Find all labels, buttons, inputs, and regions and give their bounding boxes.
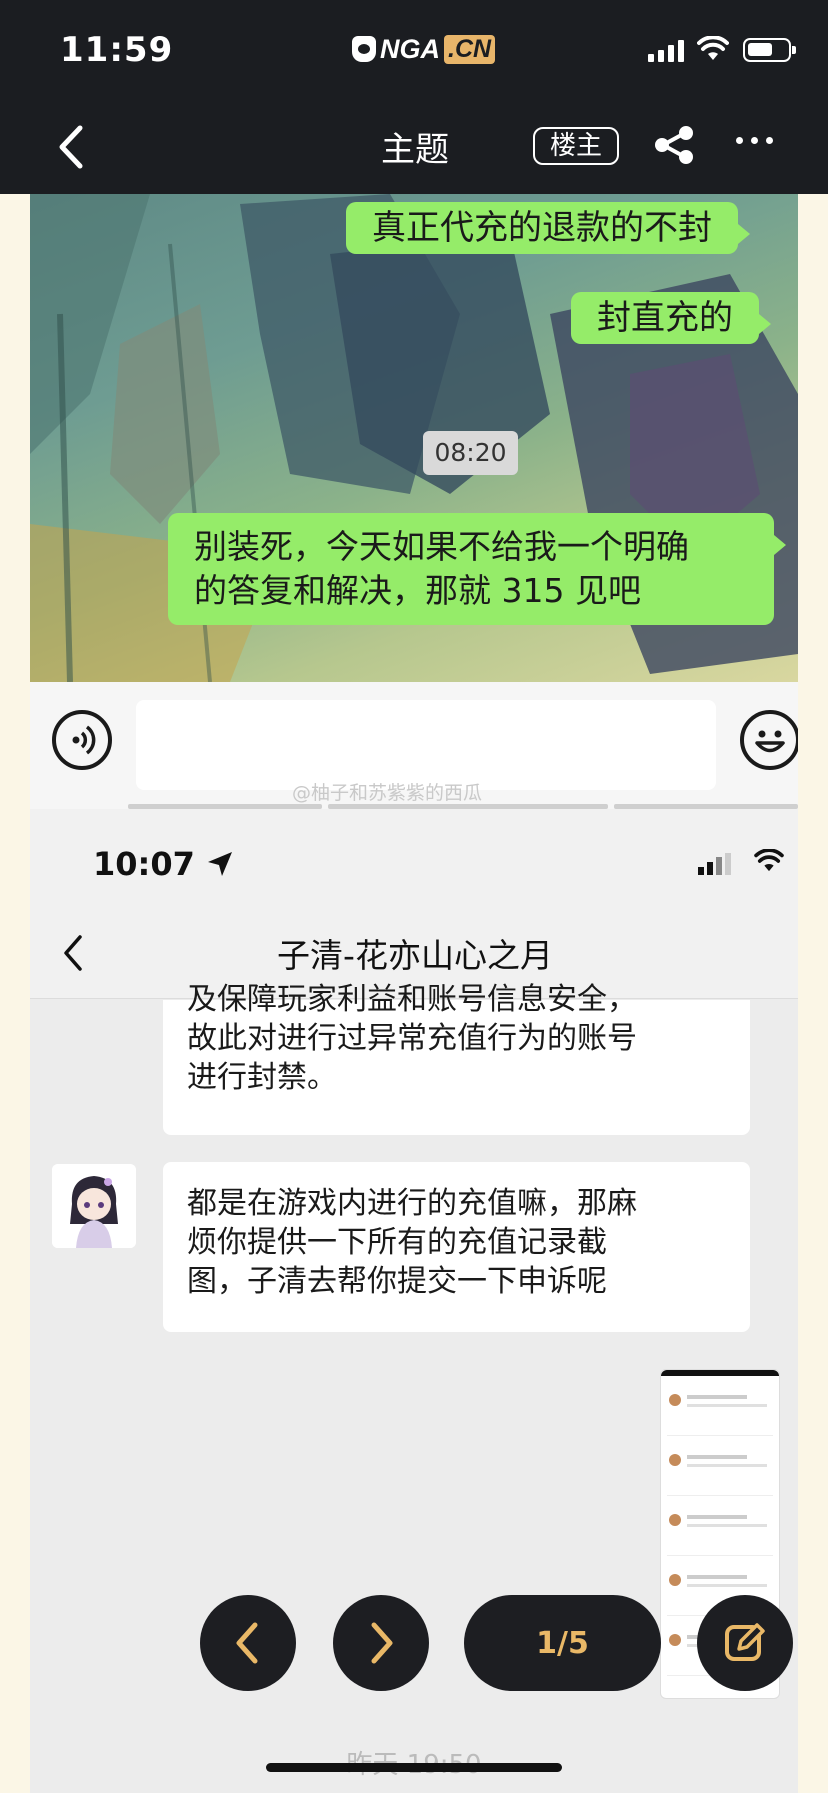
chevron-left-icon <box>236 1622 258 1664</box>
wifi-icon <box>754 849 784 872</box>
chat-input-bar: @柚子和苏紫紫的西瓜 <box>30 682 798 809</box>
page-indicator: 1/5 <box>464 1595 661 1691</box>
message-line: 图，子清去帮你提交一下申诉呢 <box>187 1264 607 1299</box>
chat-background-art: 真正代充的退款的不封 封直充的 08:20 别装死，今天如果不给我一个明确 的答… <box>30 194 798 682</box>
message-line: 的答复和解决，那就 315 见吧 <box>194 571 641 610</box>
weibo-watermark: @柚子和苏紫紫的西瓜 <box>292 782 483 804</box>
message-line: 都是在游戏内进行的充值嘛，那麻 <box>187 1186 637 1221</box>
message-line: 进行封禁。 <box>187 1060 337 1095</box>
battery-icon <box>743 38 796 62</box>
app-header-area: 11:59 NGA .CN 主题 楼主 <box>0 0 828 194</box>
inner-back-icon <box>64 935 82 971</box>
cellular-signal-icon <box>648 40 684 62</box>
message-line: 烦你提供一下所有的充值记录截 <box>187 1225 607 1260</box>
page-indicator-text: 1/5 <box>536 1625 589 1661</box>
location-arrow-icon <box>208 852 232 876</box>
chevron-right-icon <box>371 1622 393 1664</box>
agent-avatar <box>52 1164 136 1248</box>
logo-domain: .CN <box>444 34 496 64</box>
status-time: 11:59 <box>60 30 174 70</box>
next-image-button[interactable] <box>333 1595 429 1691</box>
chat-message-green: 真正代充的退款的不封 <box>346 202 750 254</box>
home-indicator <box>266 1763 562 1772</box>
inner-status-time: 10:07 <box>93 845 234 883</box>
louzhu-only-button[interactable]: 楼主 <box>533 127 619 165</box>
page-title: 主题 <box>381 130 449 170</box>
edit-icon <box>725 1623 765 1661</box>
message-input-field <box>136 700 716 790</box>
emoji-icon <box>740 710 798 770</box>
chat-message-green: 封直充的 <box>571 292 771 344</box>
chat-timestamp: 08:20 <box>423 431 518 475</box>
previous-image-button[interactable] <box>200 1595 296 1691</box>
nga-logo: NGA .CN <box>352 33 496 64</box>
inner-chat-title: 子清-花亦山心之月 <box>277 936 553 975</box>
edit-button[interactable] <box>697 1595 793 1691</box>
wifi-icon <box>697 36 729 60</box>
share-button[interactable] <box>653 125 695 165</box>
post-image-1[interactable]: 真正代充的退款的不封 封直充的 08:20 别装死，今天如果不给我一个明确 的答… <box>30 194 798 809</box>
chat-message-white: 都是在游戏内进行的充值嘛，那麻 烦你提供一下所有的充值记录截 图，子清去帮你提交… <box>163 1162 750 1332</box>
voice-input-icon <box>52 710 112 770</box>
message-line: 故此对进行过异常充值行为的账号 <box>187 1021 637 1056</box>
message-line: 别装死，今天如果不给我一个明确 <box>194 527 689 566</box>
logo-text: NGA <box>380 33 440 64</box>
chat-message-green-multiline: 别装死，今天如果不给我一个明确 的答复和解决，那就 315 见吧 <box>168 513 786 625</box>
inner-status-bar: 10:07 <box>30 809 798 907</box>
back-button[interactable] <box>52 122 92 172</box>
cellular-signal-icon <box>698 853 731 875</box>
message-line: 及保障玩家利益和账号信息安全， <box>187 982 637 1017</box>
paw-icon <box>352 36 376 62</box>
more-options-button[interactable] <box>736 137 773 144</box>
chat-message-white: 及保障玩家利益和账号信息安全， 故此对进行过异常充值行为的账号 进行封禁。 <box>163 982 750 1135</box>
